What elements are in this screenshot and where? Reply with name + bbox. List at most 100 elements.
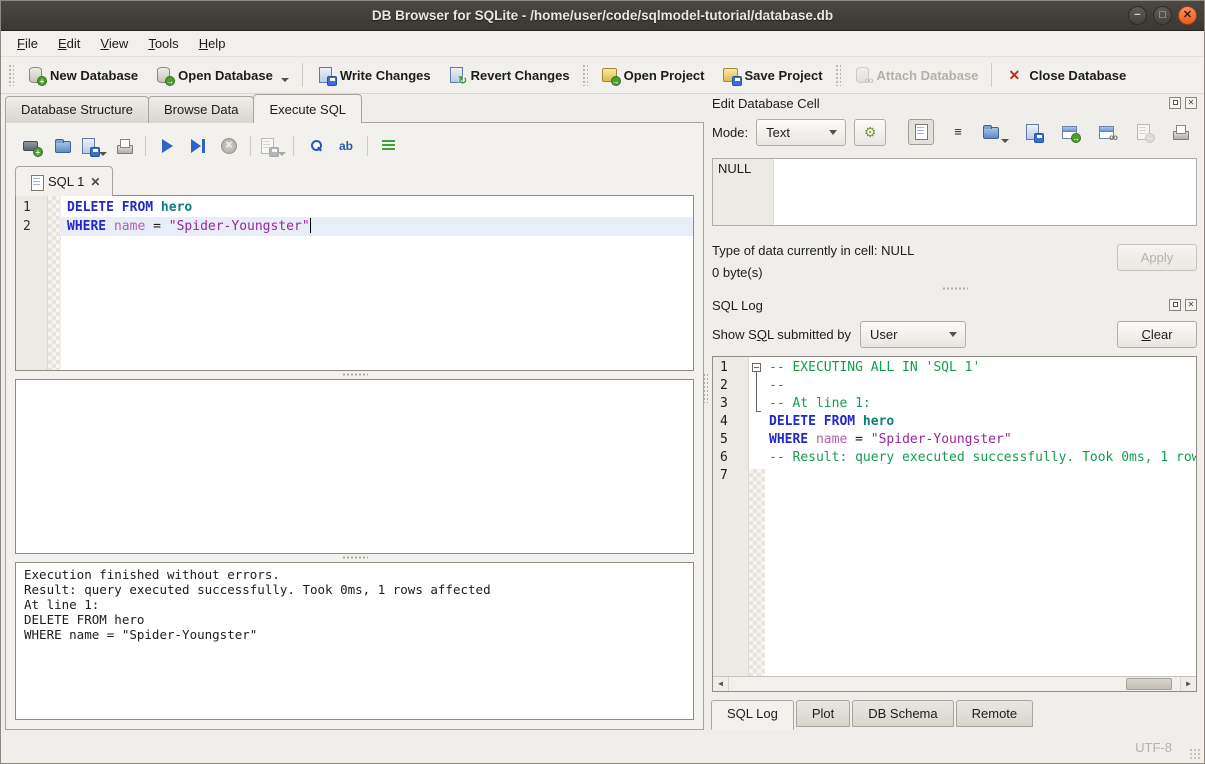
open-sql-file-icon bbox=[53, 137, 71, 155]
export-data-button[interactable] bbox=[1019, 119, 1045, 145]
word-wrap-button[interactable]: ≡ bbox=[945, 119, 971, 145]
dock-tab-plot[interactable]: Plot bbox=[796, 700, 850, 727]
save-project-button[interactable]: Save Project bbox=[713, 61, 831, 89]
import-data-button[interactable] bbox=[982, 119, 1008, 145]
execute-current-line-button[interactable] bbox=[186, 134, 210, 158]
fold-collapse-icon[interactable] bbox=[752, 363, 761, 372]
results-grid[interactable] bbox=[15, 379, 694, 554]
maximize-icon[interactable]: □ bbox=[1153, 6, 1172, 25]
toolbar-drag-handle[interactable] bbox=[582, 64, 588, 86]
find-icon bbox=[306, 137, 324, 155]
clear-log-button[interactable]: Clear bbox=[1117, 321, 1197, 348]
save-sql-dropdown-icon[interactable] bbox=[99, 152, 107, 156]
edit-cell-close-icon[interactable]: ✕ bbox=[1185, 97, 1197, 109]
close-database-button[interactable]: ✕ Close Database bbox=[997, 61, 1134, 89]
open-database-button[interactable]: → Open Database bbox=[146, 61, 297, 89]
editor-line-2-current: WHERE name = "Spider-Youngster" bbox=[61, 217, 693, 236]
auto-format-icon bbox=[380, 137, 398, 155]
new-database-button[interactable]: + New Database bbox=[18, 61, 146, 89]
menu-view[interactable]: View bbox=[90, 33, 138, 54]
sql-log-float-icon[interactable] bbox=[1169, 299, 1181, 311]
sql-log-close-icon[interactable]: ✕ bbox=[1185, 299, 1197, 311]
tab-browse-data[interactable]: Browse Data bbox=[148, 96, 254, 123]
menu-help[interactable]: Help bbox=[189, 33, 236, 54]
print-sql-button[interactable] bbox=[112, 134, 136, 158]
log-line: DELETE FROM hero bbox=[765, 413, 1196, 431]
cell-value-editor[interactable]: NULL bbox=[712, 158, 1197, 226]
tab-execute-sql[interactable]: Execute SQL bbox=[253, 94, 362, 123]
scrollbar-thumb[interactable] bbox=[1126, 678, 1172, 690]
submitted-by-select[interactable]: User bbox=[860, 321, 966, 348]
stop-execution-button: ✕ bbox=[217, 134, 241, 158]
editor-results-splitter[interactable] bbox=[15, 371, 694, 379]
cell-settings-button[interactable]: ⚙ bbox=[854, 119, 886, 146]
open-sql-file-button[interactable] bbox=[50, 134, 74, 158]
cell-info-row: Type of data currently in cell: NULL 0 b… bbox=[712, 240, 1197, 284]
sql1-tab-close-icon[interactable]: ✕ bbox=[90, 175, 100, 189]
set-null-button: − bbox=[1130, 119, 1156, 145]
open-in-external-button[interactable]: → bbox=[1056, 119, 1082, 145]
toolbar-separator bbox=[302, 63, 303, 87]
titlebar[interactable]: DB Browser for SQLite - /home/user/code/… bbox=[1, 1, 1204, 31]
print-cell-button[interactable] bbox=[1167, 119, 1193, 145]
dock-splitter[interactable] bbox=[710, 284, 1199, 294]
dock-tab-remote[interactable]: Remote bbox=[956, 700, 1034, 727]
text-mode-button[interactable] bbox=[908, 119, 934, 145]
copy-link-button[interactable]: oo bbox=[1093, 119, 1119, 145]
scroll-right-icon[interactable]: ▶ bbox=[1180, 677, 1196, 691]
new-sql-tab-button[interactable]: + bbox=[19, 134, 43, 158]
sql-editor[interactable]: 1 2 DELETE FROM hero WHERE name = "Spide… bbox=[15, 195, 694, 371]
gear-icon: ⚙ bbox=[861, 123, 879, 141]
resize-grip-icon[interactable] bbox=[1189, 748, 1201, 760]
show-sql-label: Show SQL submitted by bbox=[712, 327, 851, 342]
save-sql-file-button[interactable] bbox=[81, 134, 105, 158]
write-changes-button[interactable]: Write Changes bbox=[308, 61, 439, 89]
open-database-icon: → bbox=[154, 66, 172, 84]
chevron-down-icon bbox=[949, 332, 957, 337]
chevron-down-icon bbox=[829, 130, 837, 135]
sql-file-icon bbox=[28, 174, 42, 190]
open-project-icon: → bbox=[600, 66, 618, 84]
execute-all-button[interactable] bbox=[155, 134, 179, 158]
execute-sql-toolbar: + ✕ ab bbox=[15, 131, 694, 161]
dock-tab-db-schema[interactable]: DB Schema bbox=[852, 700, 953, 727]
dock-tab-sql-log[interactable]: SQL Log bbox=[711, 700, 794, 730]
log-horizontal-scrollbar[interactable]: ◀ ▶ bbox=[713, 676, 1196, 691]
find-button[interactable] bbox=[303, 134, 327, 158]
new-sql-tab-icon: + bbox=[22, 137, 40, 155]
print-icon bbox=[1171, 123, 1189, 141]
revert-changes-icon: ↻ bbox=[447, 66, 465, 84]
encoding-indicator[interactable]: UTF-8 bbox=[1135, 740, 1172, 755]
scroll-left-icon[interactable]: ◀ bbox=[713, 677, 729, 691]
editor-code-area[interactable]: DELETE FROM hero WHERE name = "Spider-Yo… bbox=[61, 196, 693, 370]
log-fold-margin[interactable] bbox=[749, 357, 765, 676]
sql1-tab[interactable]: SQL 1 ✕ bbox=[15, 166, 113, 196]
open-database-dropdown-icon[interactable] bbox=[281, 78, 289, 82]
minimize-icon[interactable]: − bbox=[1128, 6, 1147, 25]
edit-cell-title: Edit Database Cell bbox=[712, 96, 1165, 111]
revert-changes-button[interactable]: ↻ Revert Changes bbox=[439, 61, 578, 89]
edit-cell-float-icon[interactable] bbox=[1169, 97, 1181, 109]
execute-sql-pane: + ✕ ab SQL 1 ✕ 1 2 bbox=[5, 122, 704, 730]
results-messages-splitter[interactable] bbox=[15, 554, 694, 562]
cell-size-text: 0 byte(s) bbox=[712, 262, 1117, 284]
tab-database-structure[interactable]: Database Structure bbox=[5, 96, 149, 123]
menu-edit[interactable]: Edit bbox=[48, 33, 90, 54]
link-icon: oo bbox=[1097, 123, 1115, 141]
execution-messages[interactable]: Execution finished without errors. Resul… bbox=[15, 562, 694, 720]
toolbar-drag-handle[interactable] bbox=[8, 64, 14, 86]
open-project-button[interactable]: → Open Project bbox=[592, 61, 713, 89]
log-line: -- Result: query executed successfully. … bbox=[765, 449, 1196, 467]
attach-database-icon: oo bbox=[853, 66, 871, 84]
save-data-icon bbox=[1023, 123, 1041, 141]
toolbar-drag-handle[interactable] bbox=[835, 64, 841, 86]
auto-format-button[interactable] bbox=[377, 134, 401, 158]
save-results-button bbox=[260, 134, 284, 158]
menu-file[interactable]: File bbox=[7, 33, 48, 54]
find-replace-button[interactable]: ab bbox=[334, 134, 358, 158]
text-cursor bbox=[310, 218, 311, 233]
close-icon[interactable]: ✕ bbox=[1178, 6, 1197, 25]
mode-select[interactable]: Text bbox=[756, 119, 846, 146]
menu-tools[interactable]: Tools bbox=[138, 33, 188, 54]
sql-log-view[interactable]: 12 34 56 7 -- EXECUTING ALL IN 'SQL 1' -… bbox=[712, 356, 1197, 692]
